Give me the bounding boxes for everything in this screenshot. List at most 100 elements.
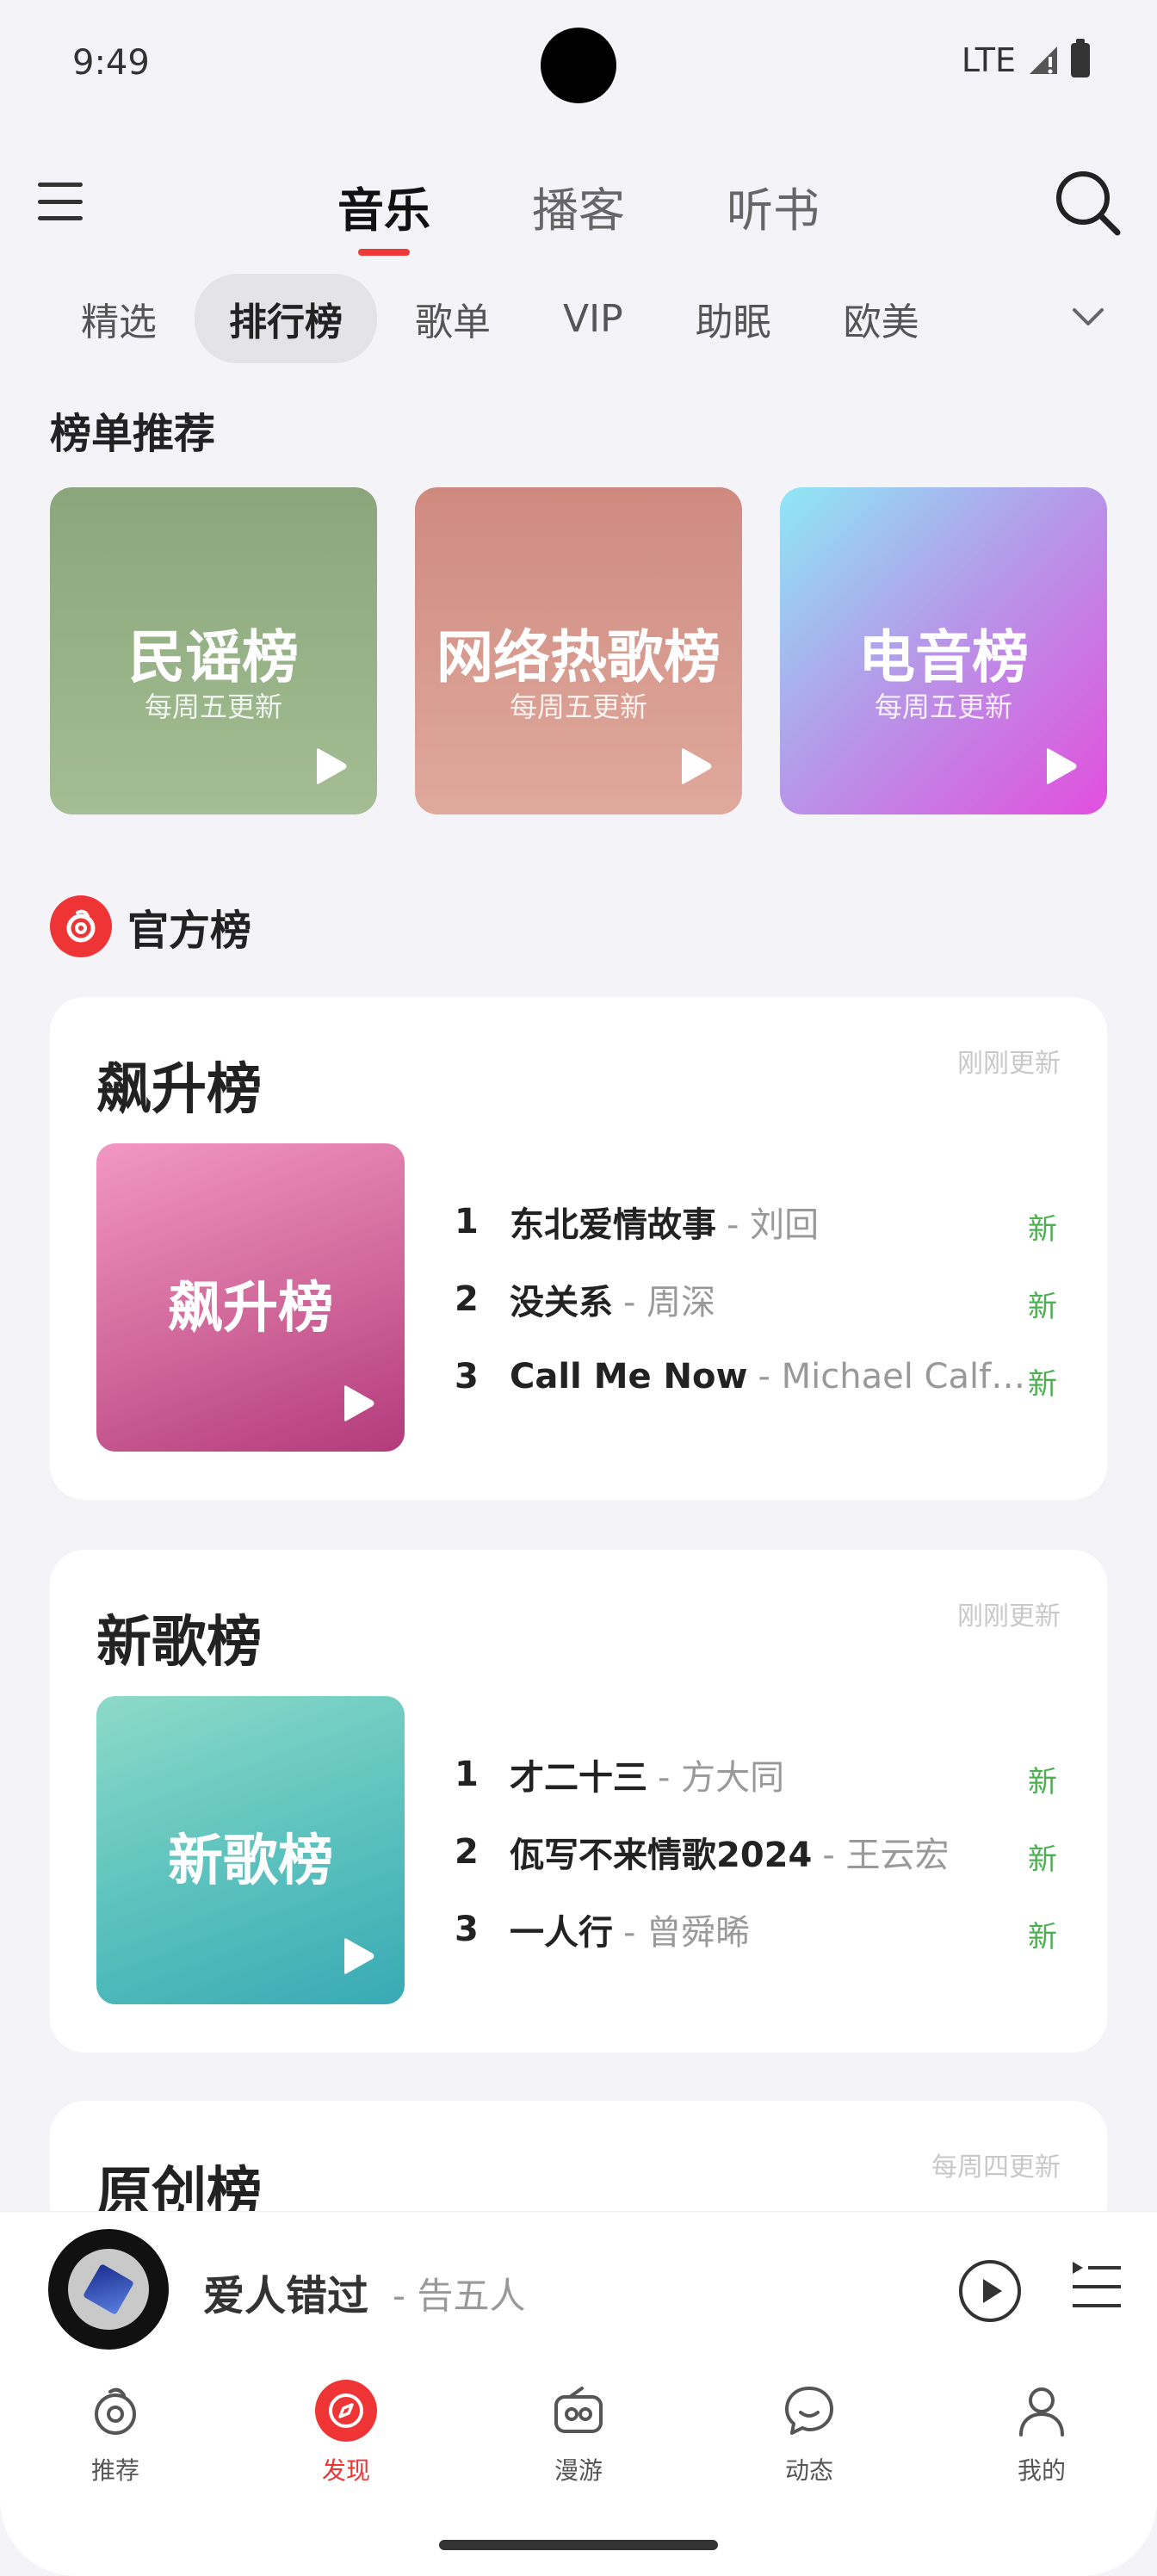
- song-list: 1 东北爱情故事 - 刘回 新 2 没关系 - 周深 新 3 Call Me N…: [455, 1183, 1057, 1415]
- play-icon[interactable]: [1043, 747, 1078, 785]
- nav-label: 推荐: [90, 2456, 139, 2485]
- chart-updated: 刚刚更新: [957, 1601, 1061, 1632]
- sub-tabs: 精选 排行榜 歌单 VIP 助眠 欧美: [48, 274, 957, 363]
- song-row[interactable]: 3 一人行 - 曾舜晞 新: [455, 1891, 1057, 1968]
- netease-logo-icon: [50, 895, 112, 957]
- chart-card-new[interactable]: 新歌榜 刚刚更新 新歌榜 1 才二十三 - 方大同 新 2 佤写不来情歌2024…: [50, 1550, 1107, 2053]
- recommend-icon: [84, 2380, 146, 2442]
- subtab-vip[interactable]: VIP: [529, 280, 658, 358]
- song-rank: 3: [455, 1910, 479, 1949]
- now-playing-artist: - 告五人: [393, 2275, 526, 2317]
- play-icon[interactable]: [313, 747, 348, 785]
- signal-icon: [1030, 46, 1057, 74]
- song-artist: - 曾舜晞: [623, 1913, 751, 1953]
- nav-roam[interactable]: 漫游: [518, 2380, 639, 2486]
- album-disc[interactable]: [48, 2229, 169, 2350]
- subtab-featured[interactable]: 精选: [48, 274, 191, 363]
- rec-card-schedule: 每周五更新: [874, 690, 1012, 723]
- chart-card-rising[interactable]: 飙升榜 刚刚更新 飙升榜 1 东北爱情故事 - 刘回 新 2 没关系 - 周深 …: [50, 997, 1107, 1500]
- section-title-official: 官方榜: [50, 895, 251, 957]
- song-title: 一人行: [510, 1913, 613, 1953]
- song-row[interactable]: 1 东北爱情故事 - 刘回 新: [455, 1183, 1057, 1260]
- subtab-playlists[interactable]: 歌单: [381, 274, 525, 363]
- song-artist: - 周深: [623, 1283, 716, 1322]
- song-artist: - 刘回: [727, 1205, 820, 1245]
- app-screen: 9:49 LTE 音乐 播客 听书 精选 排行榜 歌单 VIP 助眠 欧美 榜单…: [0, 0, 1157, 2576]
- album-art: [82, 2263, 135, 2316]
- cover-name: 飙升榜: [168, 1277, 333, 1341]
- battery-icon: [1071, 39, 1090, 77]
- nav-feed[interactable]: 动态: [749, 2380, 869, 2486]
- song-title: 才二十三: [510, 1758, 647, 1798]
- rec-card-schedule: 每周五更新: [144, 690, 282, 723]
- chart-cover[interactable]: 新歌榜: [96, 1696, 405, 2004]
- nav-profile[interactable]: 我的: [981, 2380, 1102, 2486]
- song-list: 1 才二十三 - 方大同 新 2 佤写不来情歌2024 - 王云宏 新 3 一人…: [455, 1736, 1057, 1968]
- song-row[interactable]: 2 没关系 - 周深 新: [455, 1260, 1057, 1338]
- nav-label: 动态: [784, 2456, 833, 2485]
- nav-discover[interactable]: 发现: [286, 2380, 406, 2486]
- status-indicators: LTE: [961, 39, 1090, 79]
- new-badge: 新: [1028, 1842, 1057, 1877]
- song-rank: 3: [455, 1357, 479, 1396]
- nav-recommend[interactable]: 推荐: [55, 2380, 176, 2486]
- chart-updated: 刚刚更新: [957, 1049, 1061, 1079]
- new-badge: 新: [1028, 1212, 1057, 1247]
- song-artist: - 方大同: [658, 1758, 785, 1798]
- album-cover: [68, 2249, 149, 2330]
- nav-label: 发现: [321, 2456, 370, 2485]
- nav-label: 漫游: [554, 2456, 603, 2485]
- tab-audiobook[interactable]: 听书: [727, 164, 820, 249]
- rec-card-electronic[interactable]: 电音榜 每周五更新: [780, 487, 1107, 814]
- mini-player[interactable]: 爱人错过 - 告五人: [0, 2211, 1157, 2362]
- feed-icon: [778, 2380, 840, 2442]
- chart-title: 新歌榜: [96, 1611, 262, 1675]
- play-icon[interactable]: [341, 1937, 375, 1975]
- chart-cover[interactable]: 飙升榜: [96, 1143, 405, 1452]
- chevron-down-icon[interactable]: [1069, 298, 1107, 336]
- song-rank: 2: [455, 1279, 479, 1319]
- roam-icon: [548, 2380, 609, 2442]
- chart-updated: 每周四更新: [931, 2152, 1061, 2183]
- play-icon[interactable]: [341, 1384, 375, 1422]
- nav-label: 我的: [1017, 2456, 1066, 2485]
- song-rank: 2: [455, 1832, 479, 1872]
- subtab-western[interactable]: 欧美: [809, 274, 954, 363]
- top-header: 音乐 播客 听书: [0, 164, 1157, 256]
- song-title: 佤写不来情歌2024: [510, 1836, 813, 1875]
- rec-card-folk[interactable]: 民谣榜 每周五更新: [50, 487, 377, 814]
- song-rank: 1: [455, 1202, 479, 1242]
- chart-title: 飙升榜: [96, 1058, 262, 1122]
- subtab-sleep[interactable]: 助眠: [661, 274, 806, 363]
- song-row[interactable]: 3 Call Me Now - Michael Calfa... 新: [455, 1338, 1057, 1415]
- profile-icon: [1011, 2380, 1073, 2442]
- song-row[interactable]: 2 佤写不来情歌2024 - 王云宏 新: [455, 1813, 1057, 1891]
- discover-icon: [315, 2380, 377, 2442]
- network-label: LTE: [961, 41, 1016, 79]
- rec-card-schedule: 每周五更新: [509, 690, 647, 723]
- rec-card-hot[interactable]: 网络热歌榜 每周五更新: [415, 487, 742, 814]
- song-title: Call Me Now: [510, 1357, 748, 1396]
- camera-cutout: [541, 28, 616, 103]
- song-title: 东北爱情故事: [510, 1205, 716, 1245]
- play-circle-icon[interactable]: [957, 2258, 1023, 2324]
- main-tabs: 音乐 播客 听书: [0, 164, 1157, 256]
- official-title-label: 官方榜: [127, 907, 252, 955]
- new-badge: 新: [1028, 1367, 1057, 1402]
- song-title: 没关系: [510, 1283, 613, 1322]
- song-artist: - Michael Calfa...: [758, 1357, 1043, 1396]
- tab-music[interactable]: 音乐: [337, 164, 430, 256]
- recommend-row: 民谣榜 每周五更新 网络热歌榜 每周五更新 电音榜 每周五更新: [50, 487, 1107, 814]
- song-artist: - 王云宏: [822, 1836, 950, 1875]
- subtab-charts[interactable]: 排行榜: [195, 274, 377, 363]
- home-indicator[interactable]: [439, 2540, 718, 2550]
- status-time: 9:49: [72, 43, 150, 83]
- search-icon[interactable]: [1050, 165, 1123, 238]
- song-row[interactable]: 1 才二十三 - 方大同 新: [455, 1736, 1057, 1813]
- status-bar: 9:49 LTE: [0, 0, 1157, 129]
- new-badge: 新: [1028, 1290, 1057, 1324]
- play-icon[interactable]: [678, 747, 713, 785]
- playlist-icon[interactable]: [1067, 2258, 1124, 2315]
- rec-card-name: 网络热歌榜: [436, 624, 721, 690]
- tab-podcast[interactable]: 播客: [532, 164, 625, 249]
